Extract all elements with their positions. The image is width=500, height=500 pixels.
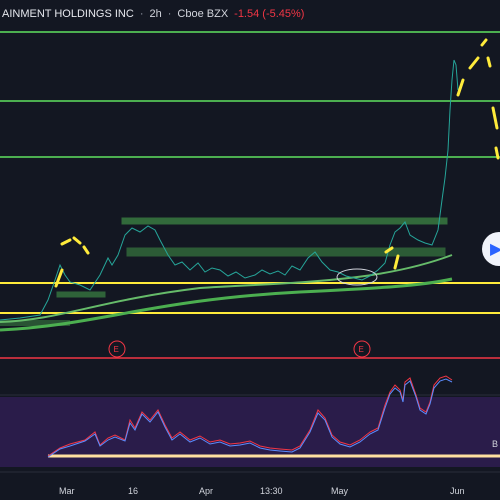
exchange-label: Cboe BZX [177, 8, 229, 20]
annotation-dashes-4 [456, 38, 500, 160]
price-change: -1.54 (-5.45%) [234, 8, 305, 20]
header-separator-2: · [167, 8, 172, 20]
range-box-small[interactable] [56, 291, 106, 298]
time-label-may: May [331, 486, 349, 496]
symbol-title[interactable]: AINMENT HOLDINGS INC [2, 8, 134, 20]
interval-label[interactable]: 2h [149, 8, 161, 20]
arrow-right-icon: ▶ [490, 241, 500, 258]
time-label-mar: Mar [59, 486, 75, 496]
time-label-apr: Apr [199, 486, 213, 496]
range-box-upper[interactable] [121, 217, 448, 225]
time-label-1330: 13:30 [260, 486, 283, 496]
annotation-dashes-1 [60, 236, 90, 255]
price-line [0, 59, 459, 321]
time-label-16: 16 [128, 486, 138, 496]
time-label-jun: Jun [450, 486, 465, 496]
chart-canvas[interactable]: E E B Mar 16 Apr 13:30 May Jun [0, 0, 500, 500]
earnings-badge-2-text: E [359, 345, 364, 354]
header-separator: · [139, 8, 144, 20]
indicator-label: B [492, 439, 498, 449]
earnings-badge-1[interactable]: E [108, 340, 126, 358]
symbol-header: AINMENT HOLDINGS INC · 2h · Cboe BZX -1.… [0, 0, 500, 28]
earnings-badge-1-text: E [114, 345, 119, 354]
earnings-badge-2[interactable]: E [353, 340, 371, 358]
